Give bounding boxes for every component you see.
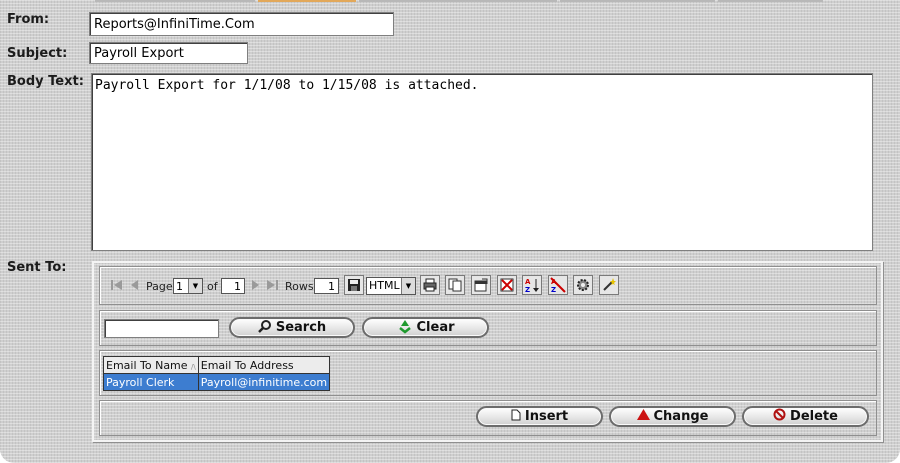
search-button[interactable]: Search — [229, 317, 355, 338]
tab-edge — [718, 0, 823, 2]
new-document-icon — [511, 409, 521, 425]
copy-icon[interactable] — [445, 275, 465, 295]
from-field[interactable] — [89, 12, 394, 36]
svg-text:Z: Z — [525, 286, 530, 293]
body-text-label: Body Text: — [7, 74, 84, 89]
delete-button[interactable]: Delete — [742, 406, 869, 427]
email-form-panel: From: Subject: Body Text: Sent To: Payro… — [0, 0, 900, 463]
page-select-value: 1 — [176, 280, 183, 293]
subject-label: Subject: — [7, 46, 68, 61]
insert-button-label: Insert — [524, 409, 569, 424]
remove-sort-icon[interactable]: AZ — [548, 275, 568, 295]
chevron-down-icon: ▼ — [188, 279, 202, 293]
last-page-icon[interactable] — [262, 275, 282, 295]
triangle-up-icon — [636, 409, 650, 424]
column-header-email-to-name[interactable]: Email To Name /\ — [103, 356, 199, 374]
change-button[interactable]: Change — [609, 406, 736, 427]
export-format-value: HTML — [369, 279, 400, 292]
clear-button[interactable]: Clear — [362, 317, 489, 338]
tab-edge — [560, 0, 715, 2]
clear-button-label: Clear — [416, 320, 455, 335]
from-label: From: — [7, 12, 50, 27]
rows-field[interactable]: 1 — [314, 278, 339, 294]
svg-text:Z: Z — [551, 286, 556, 293]
sent-to-label: Sent To: — [7, 260, 67, 275]
rows-label: Rows — [285, 280, 314, 293]
page-label: Page — [146, 280, 173, 293]
sort-ascending-icon: /\ — [191, 362, 196, 371]
chevron-down-icon: ▼ — [401, 278, 415, 294]
prev-page-icon[interactable] — [125, 275, 145, 295]
column-header-label: Email To Name — [106, 358, 188, 372]
print-icon[interactable] — [420, 275, 440, 295]
first-page-icon[interactable] — [107, 275, 127, 295]
svg-text:A: A — [525, 278, 531, 286]
export-format-select[interactable]: HTML ▼ — [366, 277, 416, 295]
search-input[interactable] — [104, 319, 219, 338]
save-icon[interactable] — [344, 275, 364, 295]
column-header-label: Email To Address — [200, 358, 294, 372]
body-text-area[interactable]: Payroll Export for 1/1/08 to 1/15/08 is … — [91, 73, 873, 251]
magic-wand-icon[interactable] — [599, 275, 619, 295]
clear-filter-icon[interactable] — [497, 275, 517, 295]
email-to-name-cell: Payroll Clerk — [103, 373, 199, 391]
email-recipients-table: Email To Name /\ Email To Address Payrol… — [103, 356, 331, 391]
properties-icon[interactable] — [471, 275, 491, 295]
recycle-icon — [397, 318, 413, 338]
column-header-email-to-address[interactable]: Email To Address — [197, 356, 331, 374]
of-label: of — [207, 280, 218, 293]
insert-button[interactable]: Insert — [476, 406, 603, 427]
table-header-row: Email To Name /\ Email To Address — [103, 356, 331, 374]
search-button-label: Search — [275, 320, 327, 335]
tab-edge-active — [258, 0, 356, 2]
sort-az-icon[interactable]: AZ — [522, 275, 542, 295]
settings-gear-icon[interactable] — [573, 275, 593, 295]
prohibited-icon — [773, 408, 786, 425]
tab-edge — [359, 0, 557, 2]
search-icon — [257, 319, 272, 337]
change-button-label: Change — [653, 409, 709, 424]
delete-button-label: Delete — [790, 409, 838, 424]
table-row[interactable]: Payroll Clerk Payroll@infinitime.com — [103, 373, 331, 391]
email-to-address-cell: Payroll@infinitime.com — [197, 373, 331, 391]
page-select[interactable]: 1 ▼ — [173, 278, 203, 294]
subject-field[interactable] — [89, 42, 248, 64]
page-count-field: 1 — [221, 278, 245, 294]
tab-edge — [95, 0, 255, 2]
